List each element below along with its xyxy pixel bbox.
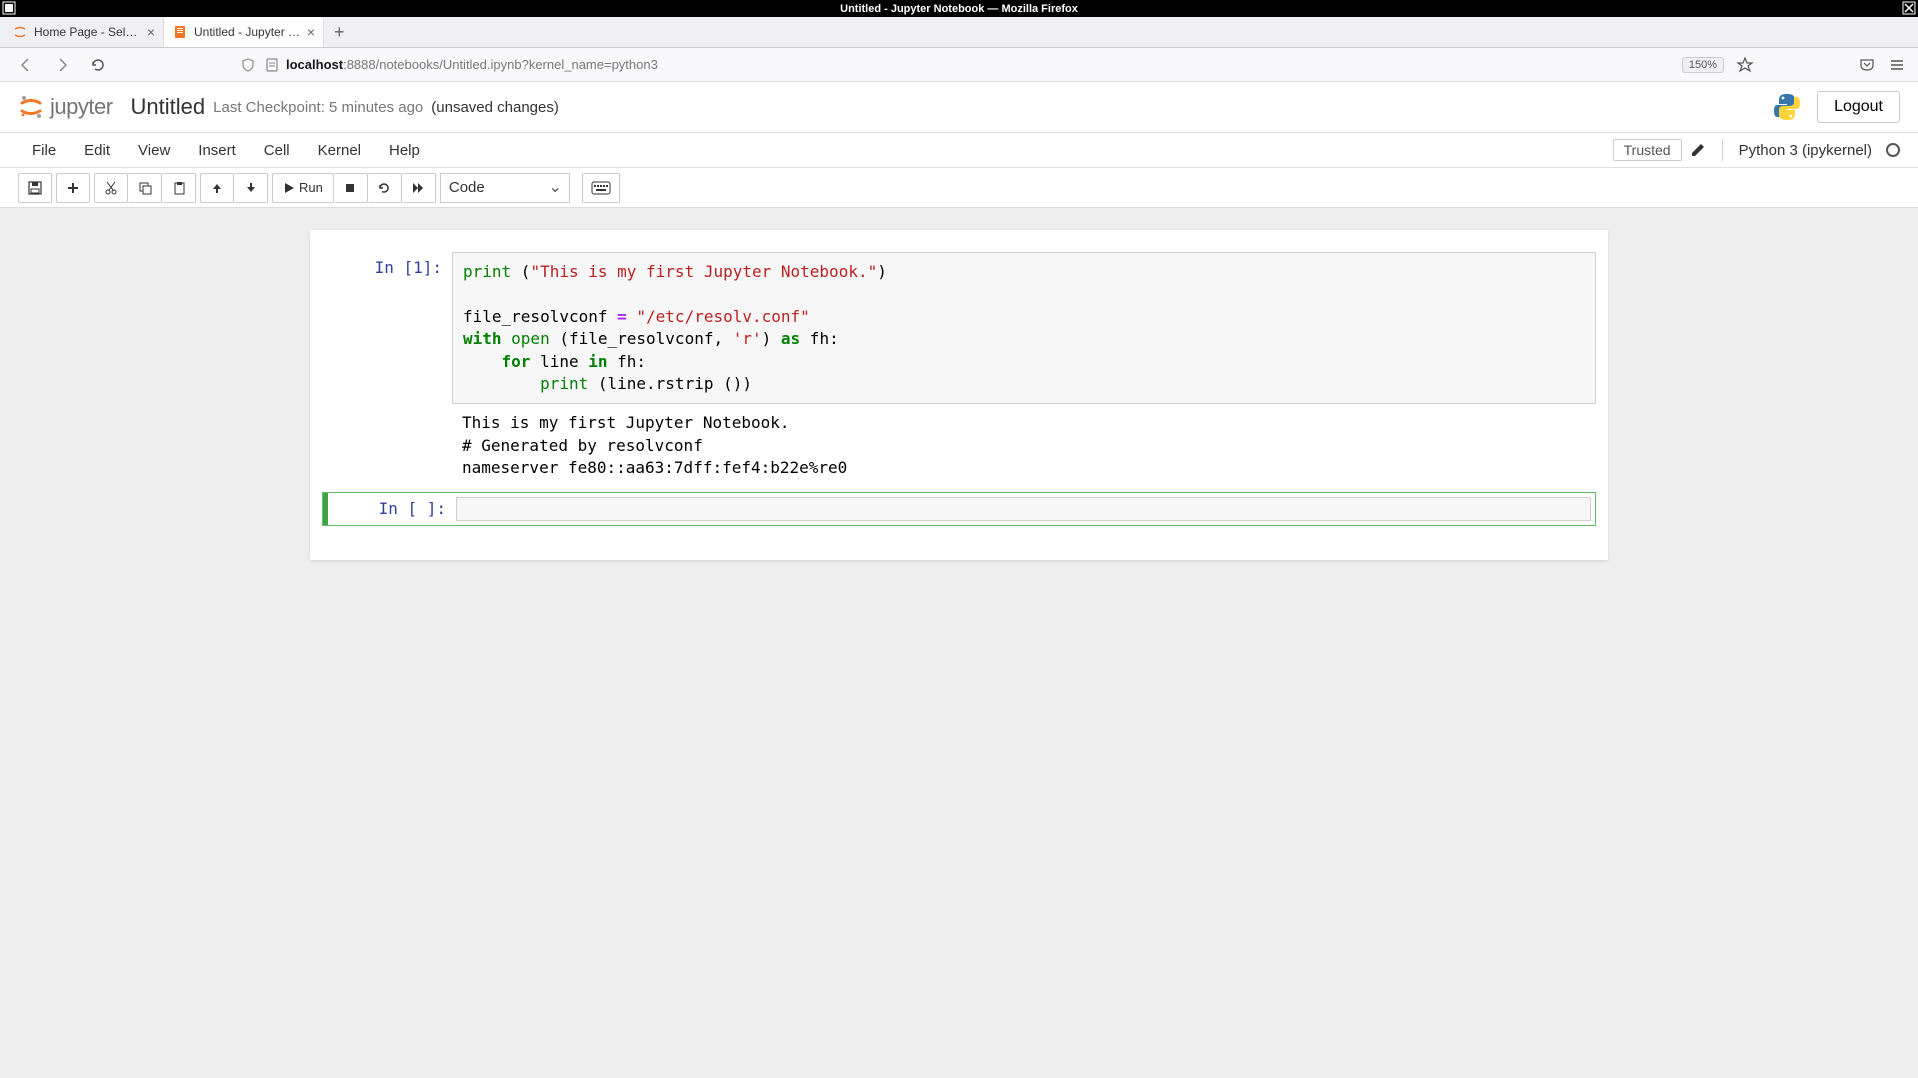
menu-insert[interactable]: Insert — [184, 133, 250, 167]
nav-reload-button[interactable] — [84, 51, 112, 79]
kernel-idle-icon — [1886, 143, 1900, 157]
code-input[interactable]: print ("This is my first Jupyter Noteboo… — [452, 252, 1596, 404]
page-info-icon — [264, 57, 280, 73]
browser-tab-home[interactable]: Home Page - Select or cr × — [4, 17, 164, 47]
paste-button[interactable] — [162, 173, 196, 203]
copy-button[interactable] — [128, 173, 162, 203]
tab-title: Untitled - Jupyter Notebo — [194, 25, 301, 39]
os-close-icon[interactable] — [1902, 1, 1916, 15]
menu-help[interactable]: Help — [375, 133, 434, 167]
hamburger-menu-icon[interactable] — [1888, 56, 1906, 74]
jupyter-header: jupyter Untitled Last Checkpoint: 5 minu… — [0, 82, 1918, 132]
cell-prompt: In [1]: — [322, 252, 452, 480]
bookmark-star-icon[interactable] — [1736, 56, 1754, 74]
toolbar: Run Code — [0, 168, 1918, 208]
pocket-icon[interactable] — [1858, 56, 1876, 74]
divider — [1722, 139, 1723, 161]
cell-output: This is my first Jupyter Notebook. # Gen… — [452, 404, 1596, 479]
menu-file[interactable]: File — [18, 133, 70, 167]
jupyter-favicon-icon — [12, 24, 28, 40]
checkpoint-text: Last Checkpoint: 5 minutes ago — [213, 99, 423, 116]
code-cell-selected[interactable]: In [ ]: — [322, 492, 1596, 526]
menu-view[interactable]: View — [124, 133, 184, 167]
tab-title: Home Page - Select or cr — [34, 25, 141, 39]
notebook-container: In [1]: print ("This is my first Jupyter… — [310, 230, 1608, 560]
code-input[interactable] — [456, 497, 1591, 521]
restart-button[interactable] — [368, 173, 402, 203]
restart-run-all-button[interactable] — [402, 173, 436, 203]
code-cell[interactable]: In [1]: print ("This is my first Jupyter… — [322, 252, 1596, 480]
url-host: localhost:8888/notebooks/Untitled.ipynb?… — [286, 57, 658, 72]
notebook-favicon-icon — [172, 24, 188, 40]
browser-url-bar: localhost:8888/notebooks/Untitled.ipynb?… — [0, 48, 1918, 82]
trusted-badge[interactable]: Trusted — [1613, 139, 1682, 161]
cell-type-select[interactable]: Code — [440, 173, 570, 203]
nav-back-button[interactable] — [12, 51, 40, 79]
run-label: Run — [299, 180, 323, 195]
menu-kernel[interactable]: Kernel — [304, 133, 375, 167]
jupyter-logo[interactable]: jupyter — [18, 94, 113, 120]
browser-tab-notebook[interactable]: Untitled - Jupyter Notebo × — [164, 17, 324, 47]
edit-mode-icon[interactable] — [1690, 142, 1706, 158]
move-up-button[interactable] — [200, 173, 234, 203]
python-logo-icon — [1771, 91, 1803, 123]
zoom-level-badge[interactable]: 150% — [1682, 57, 1724, 73]
cell-prompt: In [ ]: — [328, 493, 456, 525]
save-button[interactable] — [18, 173, 52, 203]
tab-close-icon[interactable]: × — [307, 24, 315, 40]
notebook-area: In [1]: print ("This is my first Jupyter… — [0, 208, 1918, 582]
menu-edit[interactable]: Edit — [70, 133, 124, 167]
tab-close-icon[interactable]: × — [147, 24, 155, 40]
nav-forward-button[interactable] — [48, 51, 76, 79]
browser-tab-strip: Home Page - Select or cr × Untitled - Ju… — [0, 17, 1918, 48]
jupyter-logo-icon — [18, 94, 44, 120]
move-down-button[interactable] — [234, 173, 268, 203]
jupyter-logo-text: jupyter — [50, 94, 113, 120]
shield-icon — [240, 57, 256, 73]
os-window-title: Untitled - Jupyter Notebook — Mozilla Fi… — [840, 3, 1078, 15]
menu-cell[interactable]: Cell — [250, 133, 304, 167]
os-menu-icon[interactable] — [2, 1, 16, 15]
command-palette-button[interactable] — [582, 173, 620, 203]
run-button[interactable]: Run — [272, 173, 334, 203]
interrupt-button[interactable] — [334, 173, 368, 203]
new-tab-button[interactable]: + — [324, 22, 355, 43]
logout-button[interactable]: Logout — [1817, 91, 1900, 123]
kernel-name[interactable]: Python 3 (ipykernel) — [1739, 142, 1872, 159]
url-field[interactable]: localhost:8888/notebooks/Untitled.ipynb?… — [240, 57, 1534, 73]
menu-bar: File Edit View Insert Cell Kernel Help T… — [0, 132, 1918, 168]
notebook-name[interactable]: Untitled — [131, 94, 206, 120]
os-titlebar: Untitled - Jupyter Notebook — Mozilla Fi… — [0, 0, 1918, 17]
cell-type-select-wrap[interactable]: Code — [440, 173, 570, 203]
unsaved-changes-text: (unsaved changes) — [431, 99, 559, 116]
cut-button[interactable] — [94, 173, 128, 203]
insert-cell-button[interactable] — [56, 173, 90, 203]
